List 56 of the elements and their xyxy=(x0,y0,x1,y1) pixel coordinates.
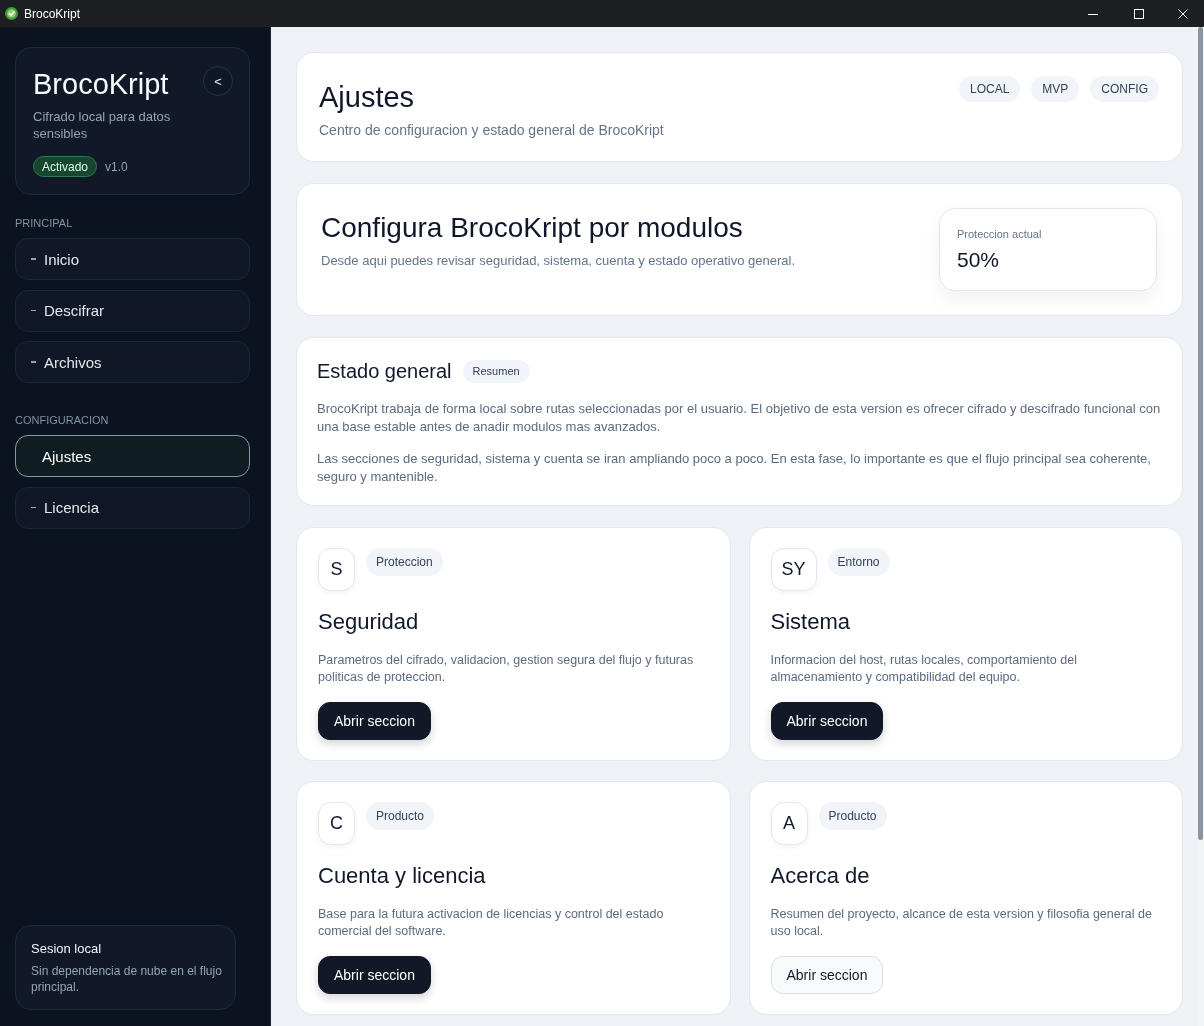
dash-icon xyxy=(31,506,36,509)
section-label: PRINCIPAL xyxy=(15,216,74,230)
window-title: BrocoKript xyxy=(24,6,81,21)
close-icon xyxy=(1178,8,1188,19)
check-badge-icon xyxy=(5,7,18,20)
category-chip: Proteccion xyxy=(366,548,443,576)
tag-chip: CONFIG xyxy=(1090,76,1159,102)
collapse-button[interactable]: < xyxy=(203,66,233,96)
dash-icon xyxy=(31,258,36,260)
module-description: Informacion del host, rutas locales, comportamiento del almacenamiento y compatibilidad del equipo. xyxy=(770,652,1078,686)
brand-subtitle: Cifrado local para datos sensibles xyxy=(33,108,172,142)
module-title: Sistema xyxy=(770,608,851,636)
monogram-tile: SY xyxy=(770,548,817,591)
open-section-button[interactable]: Abrir seccion xyxy=(770,702,884,740)
dash-icon xyxy=(31,361,36,363)
category-chip: Entorno xyxy=(827,548,890,576)
nav-item[interactable]: Archivos xyxy=(15,341,250,383)
module-title: Cuenta y licencia xyxy=(318,862,487,890)
open-section-button[interactable]: Abrir seccion xyxy=(318,956,431,994)
module-title: Acerca de xyxy=(770,862,871,890)
nav-item[interactable]: Inicio xyxy=(15,238,250,280)
scrollbar-thumb[interactable] xyxy=(1198,27,1203,840)
module-title: Seguridad xyxy=(318,608,420,636)
page-subtitle: Centro de configuracion y estado general de BrocoKript xyxy=(319,121,664,139)
monogram-tile: S xyxy=(318,548,355,591)
session-title: Sesion local xyxy=(31,941,103,957)
dash-icon xyxy=(31,309,36,312)
overview-paragraph: Las secciones de seguridad, sistema y cuenta se iran ampliando poco a poco. En esta fase, lo importante es que el flujo principal sea coherente, seguro y mantenible. xyxy=(317,450,1152,486)
maximize-icon xyxy=(1134,8,1144,19)
nav-item[interactable]: Licencia xyxy=(15,486,250,529)
summary-chip: Resumen xyxy=(462,359,530,383)
category-chip: Producto xyxy=(366,802,435,830)
status-badge: Activado xyxy=(33,156,98,177)
stat-label: Proteccion actual xyxy=(957,227,1043,241)
brand-title: BrocoKript xyxy=(33,67,169,102)
open-section-button[interactable]: Abrir seccion xyxy=(318,702,431,740)
module-description: Parametros del cifrado, validacion, gestion segura del flujo y futuras politicas de proteccion. xyxy=(318,652,695,686)
monogram-tile: C xyxy=(318,802,355,845)
nav-item[interactable]: Ajustes xyxy=(15,435,250,477)
tag-chip: LOCAL xyxy=(958,76,1021,102)
tag-chip: MVP xyxy=(1031,76,1080,102)
hero-title: Configura BrocoKript por modulos xyxy=(321,211,744,245)
stat-value: 50% xyxy=(957,247,1001,273)
hero-text: Desde aqui puedes revisar seguridad, sistema, cuenta y estado operativo general. xyxy=(321,252,796,270)
module-description: Base para la futura activacion de licencias y control del estado comercial del software. xyxy=(318,906,665,940)
monogram-tile: A xyxy=(770,802,808,845)
open-section-button[interactable]: Abrir seccion xyxy=(770,956,884,994)
nav-item[interactable]: Descifrar xyxy=(15,289,250,332)
module-description: Resumen del proyecto, alcance de esta version y filosofia general de uso local. xyxy=(770,906,1153,940)
page-title: Ajustes xyxy=(319,80,416,114)
overview-title: Estado general xyxy=(317,359,452,384)
category-chip: Producto xyxy=(818,802,887,830)
version-label: v1.0 xyxy=(105,159,128,174)
overview-paragraph: BrocoKript trabaja de forma local sobre rutas seleccionadas por el usuario. El objetivo de esta version es ofrecer cifrado y descifrado funcional con una base estable antes de anadir modulos mas avanzados. xyxy=(317,400,1162,436)
section-label: CONFIGURACION xyxy=(15,413,110,427)
session-text: Sin dependencia de nube en el flujo principal. xyxy=(31,963,223,995)
